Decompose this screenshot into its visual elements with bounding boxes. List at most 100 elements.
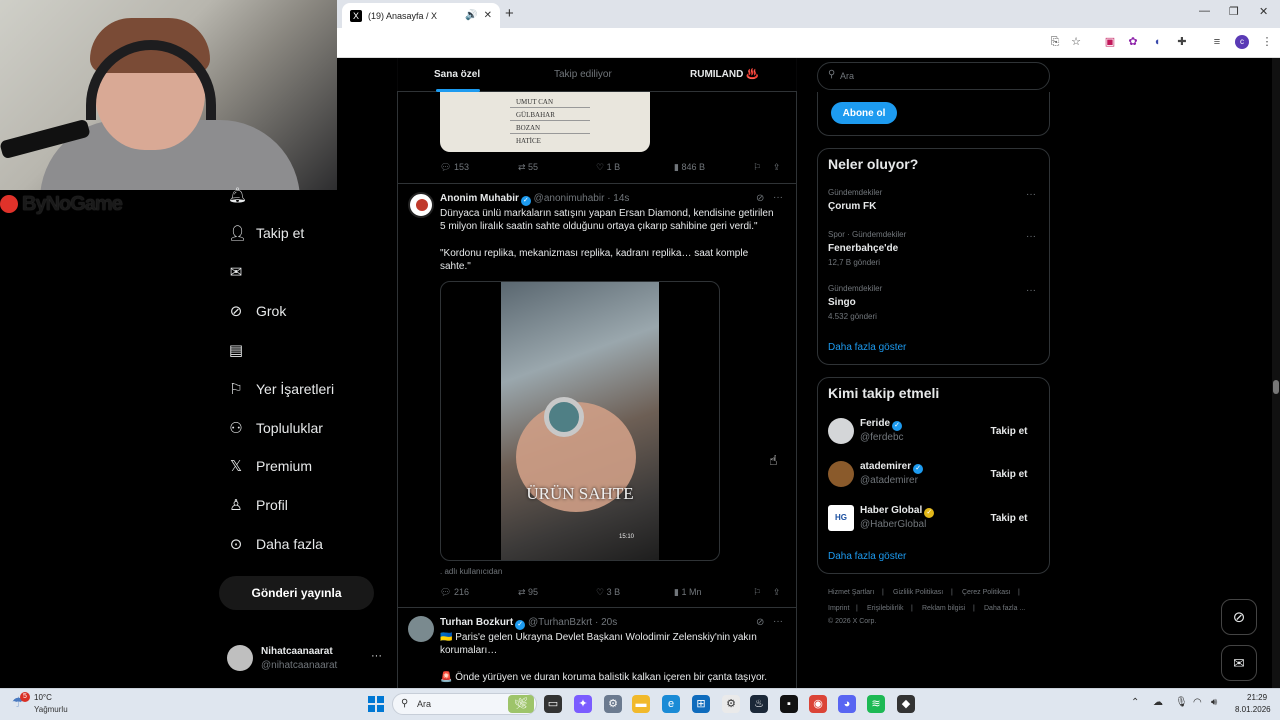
browser-profile-avatar[interactable]: c [1235,35,1249,49]
minimize-button[interactable]: — [1199,5,1210,17]
new-tab-button[interactable]: + [505,5,514,22]
follow-suggestion-name[interactable]: Feride ✓ [860,418,903,431]
footer-cookie-link[interactable]: Çerez Politikası [962,589,1011,596]
footer-terms-link[interactable]: Hizmet Şartları [828,589,874,596]
volume-icon[interactable]: 🔊︎ [1211,697,1217,708]
clock-date[interactable]: 8.01.2026 [1235,705,1271,714]
retweet-action[interactable]: ⇄ 55 [518,162,538,173]
footer-accessibility-link[interactable]: Erişilebilirlik [867,605,904,612]
nav-bookmarks[interactable]: ⚐ Yer İşaretleri [228,380,334,398]
search-highlight-icon[interactable]: 🌿︎ [508,695,534,713]
avatar[interactable] [408,616,434,642]
steam-icon[interactable]: ♨ [750,695,768,713]
browser-tab[interactable]: X (19) Anasayfa / X 🔊 ✕ [342,3,500,28]
windows-start-icon[interactable] [368,696,384,712]
nav-notifications[interactable]: 🔔︎ [228,186,247,204]
follow-button[interactable]: Takip et [981,421,1037,441]
tray-app-icon[interactable]: ☁ [1153,697,1163,708]
trend-more-icon[interactable]: ··· [1026,231,1036,242]
subscribe-button[interactable]: Abone ol [831,102,897,124]
bookmark-icon[interactable]: ⚐ [753,587,761,598]
nav-grok[interactable]: ⊘ Grok [228,302,287,320]
tweet-video[interactable]: ÜRÜN SAHTE 15:10 [440,281,720,561]
app-icon[interactable]: ◆ [897,695,915,713]
tray-chevron-icon[interactable]: ⌃ [1131,697,1139,708]
spotify-icon[interactable]: ≋ [867,695,885,713]
task-view-icon[interactable]: ▭ [544,695,562,713]
video-source[interactable]: . adlı kullanıcıdan [440,567,502,576]
tab-close-icon[interactable]: ✕ [484,10,492,21]
nav-messages[interactable]: ✉ [228,263,256,281]
scrollbar-thumb[interactable] [1273,380,1279,394]
account-more-icon[interactable]: ··· [371,650,382,662]
share-icon[interactable]: ⇪ [773,162,781,173]
trend-more-icon[interactable]: ··· [1026,189,1036,200]
tab-following[interactable]: Takip ediliyor [554,69,612,80]
trends-show-more-link[interactable]: Daha fazla göster [828,342,906,353]
grok-explain-icon[interactable]: ⊘ [756,193,764,204]
like-action[interactable]: ♡ 1 B [596,162,620,173]
nav-communities[interactable]: ⚇ Topluluklar [228,419,323,437]
discord-icon[interactable]: ◕ [838,695,856,713]
nav-profile[interactable]: ♙ Profil [228,496,288,514]
settings-gear-icon[interactable]: ⚙ [604,695,622,713]
file-explorer-icon[interactable]: ▬ [632,695,650,713]
reply-action[interactable]: 💬︎ 153 [440,162,469,173]
like-action[interactable]: ♡ 3 B [596,587,620,598]
nav-lists[interactable]: ▤ [228,341,256,359]
footer-more-link[interactable]: Daha fazla ... [984,605,1025,612]
weather-temperature[interactable]: 10°C [34,693,52,702]
extension-2-icon[interactable]: ✿ [1125,34,1141,50]
extensions-puzzle-icon[interactable]: ✚ [1174,34,1190,50]
tweet-image[interactable]: UMUT CAN GÜLBAHAR BOZAN HATİCE [440,92,650,152]
close-window-button[interactable]: ✕ [1259,5,1268,18]
avatar[interactable] [828,461,854,487]
install-app-icon[interactable]: ⎘ [1047,34,1063,50]
footer-privacy-link[interactable]: Gizlilik Politikası [893,589,943,596]
who-to-follow-show-more-link[interactable]: Daha fazla göster [828,551,906,562]
trend-name[interactable]: Fenerbahçe'de [828,243,898,254]
browser-menu-icon[interactable]: ⋮ [1259,34,1275,50]
haberglobal-logo-icon[interactable]: HG [828,505,854,531]
footer-ads-info-link[interactable]: Reklam bilgisi [922,605,965,612]
nav-follow[interactable]: 👤︎ Takip et [228,224,304,242]
share-icon[interactable]: ⇪ [773,587,781,598]
bookmark-star-icon[interactable]: ☆ [1068,34,1084,50]
tweet-author[interactable]: Turhan Bozkurt ✓ @TurhanBzkrt · 20s [440,617,617,630]
terminal-icon[interactable]: ▪ [780,695,798,713]
maximize-button[interactable]: ❐ [1229,5,1239,18]
copilot-icon[interactable]: ✦ [574,695,592,713]
avatar[interactable] [828,418,854,444]
grok-fab-icon[interactable]: ⊘ [1221,599,1257,635]
grok-explain-icon[interactable]: ⊘ [756,617,764,628]
page-scrollbar[interactable] [1272,58,1280,688]
search-input[interactable]: ⚲ Ara [817,62,1050,90]
microphone-icon[interactable]: 🎙︎ [1175,697,1188,708]
footer-imprint-link[interactable]: Imprint [828,605,849,612]
retweet-action[interactable]: ⇄ 95 [518,587,538,598]
trend-name[interactable]: Singo [828,297,856,308]
wifi-icon[interactable]: ◠ [1193,697,1202,708]
views-action[interactable]: ▮ 1 Mn [674,587,701,598]
follow-button[interactable]: Takip et [981,464,1037,484]
bookmark-icon[interactable]: ⚐ [753,162,761,173]
post-button[interactable]: Gönderi yayınla [219,576,374,610]
avatar[interactable] [408,192,434,218]
edge-icon[interactable]: e [662,695,680,713]
tweet-more-icon[interactable]: ··· [773,616,783,627]
tab-for-you[interactable]: Sana özel [434,69,480,80]
follow-suggestion-name[interactable]: atademirer ✓ [860,461,924,474]
follow-button[interactable]: Takip et [981,508,1037,528]
extension-3-icon[interactable]: ◖ [1149,34,1165,50]
xbox-icon[interactable]: ⚙ [722,695,740,713]
account-switcher[interactable]: Nihatcaanaarat @nihatcaanaarat ··· [227,644,387,674]
clock-time[interactable]: 21:29 [1247,693,1267,702]
extension-icon[interactable]: ▣ [1102,34,1118,50]
tab-rumiland[interactable]: RUMILAND ♨️ [690,69,759,80]
tweet-author[interactable]: Anonim Muhabir ✓ @anonimuhabir · 14s [440,193,629,206]
reply-action[interactable]: 💬︎ 216 [440,587,469,598]
nav-premium[interactable]: 𝕏 Premium [228,457,312,475]
chrome-icon[interactable]: ◉ [809,695,827,713]
nav-more[interactable]: ⊙ Daha fazla [228,535,323,553]
trend-more-icon[interactable]: ··· [1026,285,1036,296]
